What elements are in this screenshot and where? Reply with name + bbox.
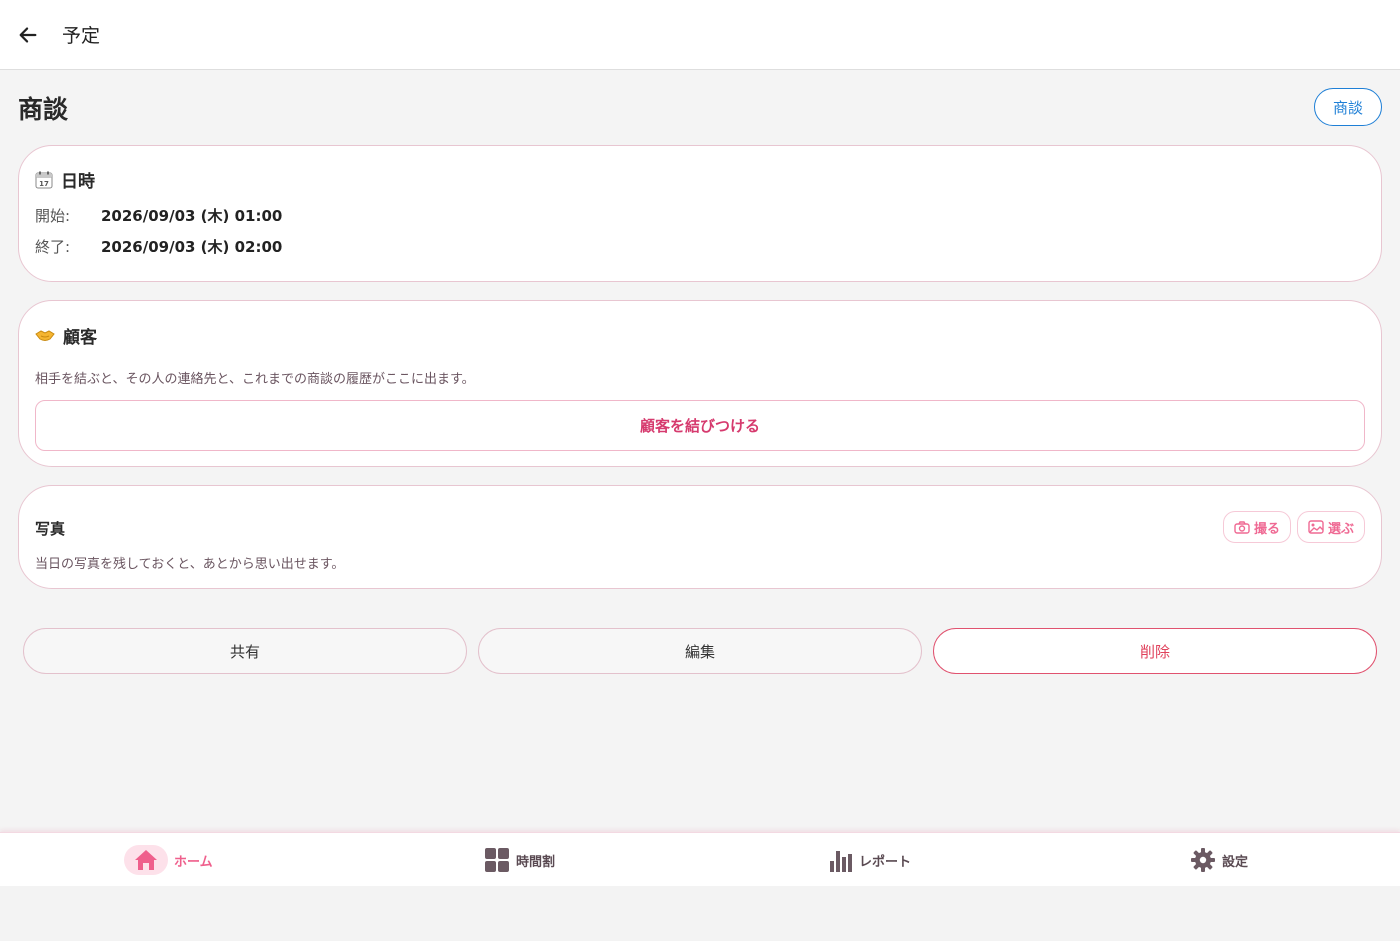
photo-description: 当日の写真を残しておくと、あとから思い出せます。 — [35, 557, 345, 572]
start-row: 開始: 2026/09/03 (木) 01:00 — [35, 205, 282, 226]
datetime-card-title: 日時 — [61, 172, 95, 192]
nav-report-label: レポート — [859, 854, 912, 870]
edit-button[interactable]: 編集 — [478, 628, 922, 674]
event-type-chip[interactable]: 商談 — [1314, 88, 1382, 126]
app-bar: 予定 — [0, 0, 1400, 70]
system-bottom-area — [0, 886, 1400, 941]
grid-icon — [485, 848, 509, 872]
delete-button[interactable]: 削除 — [933, 628, 1377, 674]
photo-card: 写真 当日の写真を残しておくと、あとから思い出せます。 撮る 選ぶ — [18, 485, 1382, 589]
home-active-indicator — [124, 845, 168, 875]
image-gallery-icon — [1308, 520, 1324, 534]
home-icon — [135, 850, 157, 870]
calendar-icon: 17 — [35, 171, 53, 188]
back-button[interactable] — [0, 0, 56, 70]
camera-icon — [1234, 520, 1250, 534]
nav-item-home[interactable]: ホーム — [124, 833, 213, 887]
link-customer-button[interactable]: 顧客を結びつける — [35, 400, 1365, 451]
datetime-card-header: 17 日時 — [35, 167, 95, 192]
customer-card-header: 顧客 — [35, 323, 97, 348]
svg-text:17: 17 — [39, 180, 49, 188]
nav-timetable-label: 時間割 — [516, 854, 556, 870]
customer-description: 相手を結ぶと、その人の連絡先と、これまでの商談の履歴がここに出ます。 — [35, 372, 475, 387]
bottom-navigation: ホーム 時間割 レポート 設定 — [0, 832, 1400, 886]
bar-chart-icon — [830, 851, 852, 872]
take-photo-label: 撮る — [1253, 521, 1280, 537]
take-photo-button[interactable]: 撮る — [1223, 511, 1291, 543]
customer-card: 顧客 相手を結ぶと、その人の連絡先と、これまでの商談の履歴がここに出ます。 顧客… — [18, 300, 1382, 467]
start-value: 2026/09/03 (木) 01:00 — [101, 207, 283, 225]
handshake-icon — [35, 329, 55, 341]
nav-item-report[interactable]: レポート — [829, 833, 911, 887]
choose-photo-button[interactable]: 選ぶ — [1297, 511, 1365, 543]
datetime-card: 17 日時 開始: 2026/09/03 (木) 01:00 終了: 2026/… — [18, 145, 1382, 282]
nav-home-label: ホーム — [174, 854, 213, 870]
end-value: 2026/09/03 (木) 02:00 — [101, 238, 283, 256]
app-bar-title: 予定 — [62, 25, 101, 47]
end-row: 終了: 2026/09/03 (木) 02:00 — [35, 236, 282, 257]
start-label: 開始: — [35, 207, 71, 225]
arrow-left-icon — [19, 26, 37, 43]
nav-item-timetable[interactable]: 時間割 — [484, 833, 555, 887]
photo-card-title: 写真 — [35, 520, 66, 538]
choose-photo-label: 選ぶ — [1327, 521, 1354, 537]
customer-card-title: 顧客 — [63, 328, 97, 348]
end-label: 終了: — [35, 238, 71, 256]
share-button[interactable]: 共有 — [23, 628, 467, 674]
nav-settings-label: 設定 — [1222, 854, 1249, 870]
page-title: 商談 — [18, 95, 69, 124]
gear-icon — [1191, 848, 1215, 872]
photo-card-header: 写真 — [35, 518, 65, 539]
nav-item-settings[interactable]: 設定 — [1190, 833, 1248, 887]
